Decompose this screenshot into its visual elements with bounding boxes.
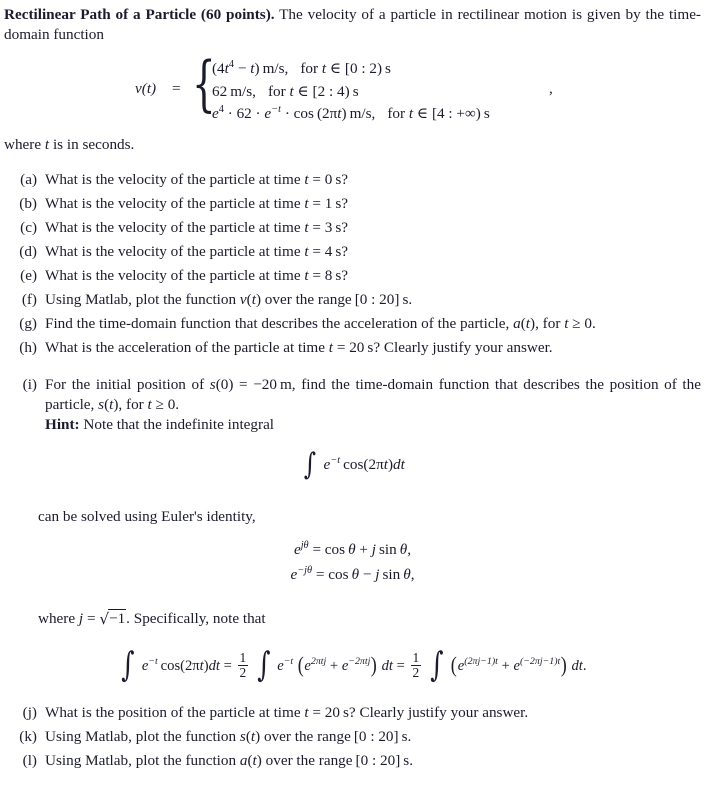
item-label: (j) [22,704,37,721]
item-text: What is the velocity of the particle at … [45,219,349,236]
item-text: For the initial position of s(0) = −20 m… [45,376,701,414]
piecewise-equals: = [172,80,181,97]
list-item-c: (c) What is the velocity of the particle… [9,218,701,238]
item-label: (g) [19,315,37,332]
piecewise-branch-2: 62 m/s, for t ∈ [2 : 4) s [212,82,359,100]
list-item-b: (b) What is the velocity of the particle… [9,194,701,214]
item-label: (e) [20,267,37,284]
item-text: Using Matlab, plot the function a(t) ove… [45,752,413,769]
piecewise-branch-1: (4t4 − t) m/s, for t ∈ [0 : 2) s [212,58,391,77]
list-item-l: (l) Using Matlab, plot the function a(t)… [9,751,701,771]
euler-intro-line: can be solved using Euler's identity, [38,507,256,527]
item-text: Using Matlab, plot the function s(t) ove… [45,728,412,745]
list-item-e: (e) What is the velocity of the particle… [9,266,701,286]
item-label: (f) [21,291,37,308]
list-item-g: (g) Find the time-domain function that d… [9,314,701,334]
display-euler-identity-1: ejθ = cos θ + j sin θ, [293,539,412,558]
item-label: (l) [22,752,37,769]
display-integral-chain: ∫ e−t cos(2πt)dt = 12 ∫ e−t (e2πtj + e−2… [121,645,587,685]
list-item-a: (a) What is the velocity of the particle… [9,170,701,190]
left-paren: ( [297,652,304,677]
item-text: What is the velocity of the particle at … [45,195,349,212]
item-text: What is the position of the particle at … [45,704,529,721]
item-text: Using Matlab, plot the function v(t) ove… [45,291,413,308]
hint-lead-line: Hint: Note that the indefinite integral [45,415,701,435]
list-item-k: (k) Using Matlab, plot the function s(t)… [9,727,701,747]
where-j-line: where j = √−1. Specifically, note that [38,609,266,628]
list-item-j: (j) What is the position of the particle… [9,703,701,723]
right-paren: ) [561,652,568,677]
item-label: (d) [19,243,37,260]
list-item-d: (d) What is the velocity of the particle… [9,242,701,262]
item-label: (b) [19,195,37,212]
display-integral-1: ∫ e−t cos(2πt)dt [303,447,405,482]
problem-title: Rectilinear Path of a Particle (60 point… [4,6,275,23]
list-item-h: (h) What is the acceleration of the part… [9,338,701,358]
left-paren: ( [451,652,458,677]
problem-statement: Rectilinear Path of a Particle (60 point… [4,5,701,45]
where-t-line: where t is in seconds. [4,136,135,153]
piecewise-trailing-comma: , [549,80,553,97]
hint-lead-text: Note that the indefinite integral [83,416,275,434]
piecewise-velocity-equation: v(t) = { (4t4 − t) m/s, for t ∈ [0 : 2) s… [0,54,705,129]
display-euler-identity-2: e−jθ = cos θ − j sin θ, [290,564,415,583]
item-label: (k) [19,728,37,745]
radical-icon: √ [99,610,109,628]
item-text: What is the velocity of the particle at … [45,267,349,284]
piecewise-lhs: v(t) [135,80,157,97]
item-label: (c) [20,219,37,236]
item-label: (i) [22,376,37,393]
item-text: What is the velocity of the particle at … [45,243,349,260]
item-label: (h) [19,339,37,356]
item-text: What is the acceleration of the particle… [45,339,553,356]
piecewise-branches: (4t4 − t) m/s, for t ∈ [0 : 2) s 62 m/s, f… [212,59,632,127]
euler-intro-text: can be solved using Euler's identity, [38,508,256,525]
document-page: Rectilinear Path of a Particle (60 point… [0,0,705,792]
list-item-i: (i) For the initial position of s(0) = −… [9,375,701,435]
fraction-one-half: 12 [410,650,422,681]
piecewise-branch-3: e4 · 62 · e−t · cos (2πt) m/s, for t ∈ [4… [212,103,490,122]
hint-label: Hint: [45,416,80,434]
fraction-one-half: 12 [237,650,249,681]
list-item-f: (f) Using Matlab, plot the function v(t)… [9,290,701,310]
item-label: (a) [20,171,37,188]
right-paren: ) [371,652,378,677]
item-text: What is the velocity of the particle at … [45,171,349,188]
item-text: Find the time-domain function that descr… [45,315,596,332]
